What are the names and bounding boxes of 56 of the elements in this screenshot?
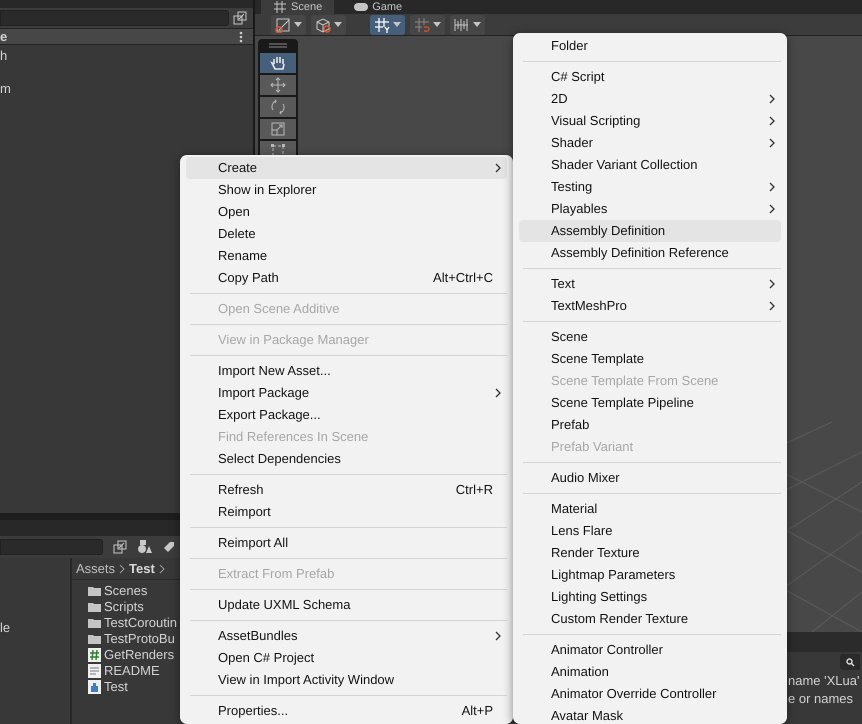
menu-item[interactable]: Lens Flare [519, 520, 781, 542]
menu-item[interactable]: Select Dependencies [186, 448, 507, 470]
breadcrumb-item[interactable]: Test [129, 558, 155, 578]
shortcut-label: Ctrl+R [456, 481, 493, 500]
menu-item[interactable]: Material [519, 498, 781, 520]
view-tab[interactable]: Game [342, 0, 414, 14]
menu-item[interactable]: Testing [519, 176, 781, 198]
shortcut-label: Alt+Ctrl+C [433, 269, 493, 288]
menu-item[interactable]: Animator Controller [519, 639, 781, 661]
breadcrumb-item[interactable]: Assets [76, 558, 116, 578]
menu-item[interactable]: Visual Scripting [519, 110, 781, 132]
menu-item[interactable]: Open C# Project [186, 647, 507, 669]
menu-item[interactable]: Assembly Definition Reference [519, 242, 781, 264]
menu-item[interactable]: Scene Template [519, 348, 781, 370]
menu-item[interactable]: Playables [519, 198, 781, 220]
menu-item[interactable]: Scene Template Pipeline [519, 392, 781, 414]
menu-item[interactable]: Lightmap Parameters [519, 564, 781, 586]
hierarchy-item[interactable]: h [0, 48, 253, 64]
menu-item[interactable]: 2D [519, 88, 781, 110]
menu-item[interactable]: Import Package [186, 382, 507, 404]
menu-item[interactable]: Reimport [186, 501, 507, 523]
view-tab[interactable]: Scene [261, 0, 334, 14]
menu-item[interactable]: Lighting Settings [519, 586, 781, 608]
menu-item[interactable]: View in Import Activity Window [186, 669, 507, 691]
menu-item[interactable]: Open [186, 201, 507, 223]
shortcut-label: Alt+P [462, 702, 493, 720]
menu-item[interactable]: Folder [519, 35, 781, 57]
tree-item[interactable]: le [0, 620, 70, 636]
menu-item[interactable]: Export Package... [186, 404, 507, 426]
menu-item[interactable]: C# Script [519, 66, 781, 88]
menu-item[interactable]: Reimport All [186, 532, 507, 554]
hierarchy-item[interactable]: m [0, 81, 253, 97]
menu-item[interactable]: Custom Render Texture [519, 608, 781, 630]
menu-item[interactable]: Delete [186, 223, 507, 245]
menu-item[interactable]: Render Texture [519, 542, 781, 564]
menu-item[interactable]: Avatar Mask [519, 705, 781, 724]
menu-item[interactable]: AssetBundles [186, 625, 507, 647]
menu-item[interactable]: Animator Override Controller [519, 683, 781, 705]
menu-item[interactable]: Text [519, 273, 781, 295]
menu-item[interactable]: Properties... Alt+P [186, 700, 507, 722]
menu-item[interactable]: Show in Explorer [186, 179, 507, 201]
menu-item[interactable]: Refresh Ctrl+R [186, 479, 507, 501]
menu-item[interactable]: Shader Variant Collection [519, 154, 781, 176]
menu-item[interactable]: Assembly Definition [519, 220, 781, 242]
menu-item[interactable]: Import New Asset... [186, 360, 507, 382]
menu-item[interactable]: Scene [519, 326, 781, 348]
menu-item[interactable]: Rename [186, 245, 507, 267]
menu-item[interactable]: Shader [519, 132, 781, 154]
menu-item[interactable]: Animation [519, 661, 781, 683]
menu-item[interactable]: Prefab [519, 414, 781, 436]
scene-name: e [0, 28, 8, 46]
menu-item[interactable]: Update UXML Schema [186, 594, 507, 616]
menu-item[interactable]: Create [186, 157, 507, 179]
menu-item[interactable]: Copy Path Alt+Ctrl+C [186, 267, 507, 289]
menu-item[interactable]: TextMeshPro [519, 295, 781, 317]
menu-item[interactable]: Audio Mixer [519, 467, 781, 489]
